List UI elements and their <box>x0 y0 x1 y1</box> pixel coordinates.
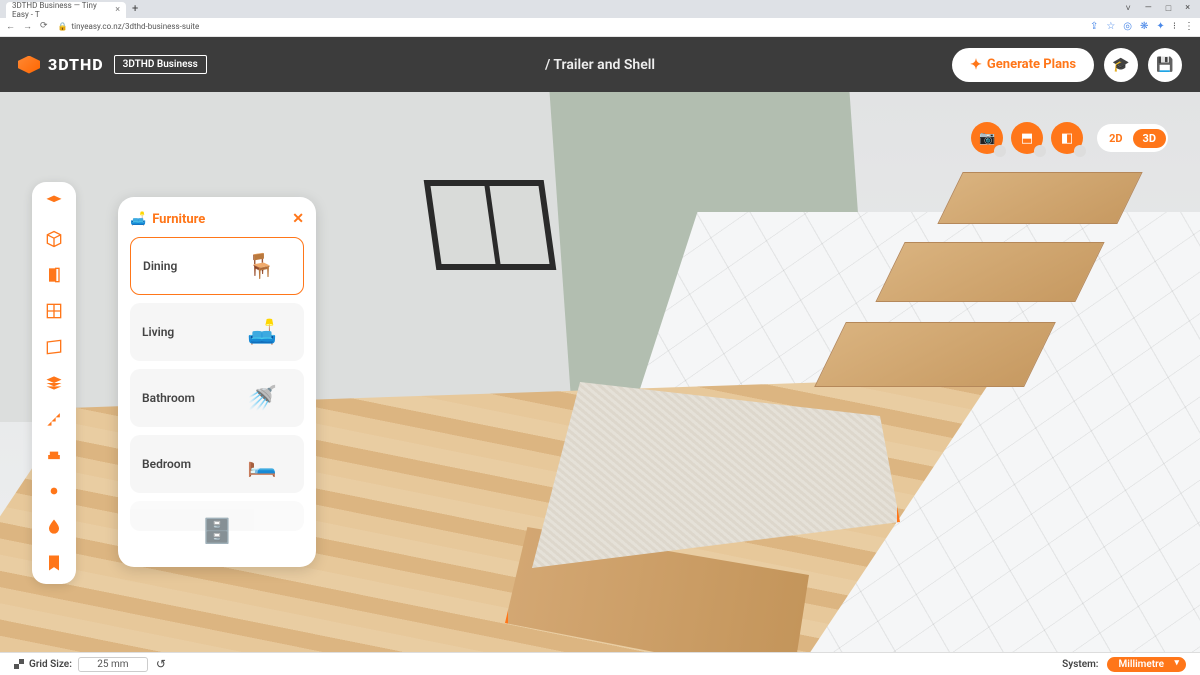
close-window-icon[interactable]: × <box>1185 3 1190 14</box>
light-icon[interactable] <box>43 480 65 502</box>
category-label: Bathroom <box>142 391 195 405</box>
grid-size-input[interactable] <box>78 657 148 672</box>
grid-icon <box>14 659 24 669</box>
cube-logo-icon <box>18 56 40 74</box>
plan-badge[interactable]: 3DTHD Business <box>114 55 207 74</box>
side-toolbar <box>32 182 76 584</box>
undo-icon[interactable]: ↺ <box>156 657 166 671</box>
academy-button[interactable]: 🎓 <box>1104 48 1138 82</box>
close-panel-icon[interactable]: ✕ <box>292 211 304 227</box>
paint-icon[interactable] <box>43 516 65 538</box>
layer-icon[interactable] <box>43 192 65 214</box>
maximize-icon[interactable]: □ <box>1166 3 1171 14</box>
tab-bar: 3DTHD Business — Tiny Easy - T × + ˅ — □… <box>0 0 1200 18</box>
view-tools: 📷 ⬒ ◧ 2D 3D <box>971 122 1168 154</box>
browser-tab[interactable]: 3DTHD Business — Tiny Easy - T × <box>6 2 126 18</box>
category-bedroom[interactable]: Bedroom 🛏️ <box>130 435 304 493</box>
chevron-down-icon[interactable]: ˅ <box>1125 3 1130 14</box>
category-living[interactable]: Living 🛋️ <box>130 303 304 361</box>
window-icon[interactable] <box>43 300 65 322</box>
chair-icon: 🪑 <box>231 246 291 286</box>
url-text: tinyeasy.co.nz/3dthd-business-suite <box>72 22 200 31</box>
system-label: System: <box>1062 659 1098 670</box>
furniture-panel: 🛋️ Furniture ✕ Dining 🪑 Living 🛋️ Bathro… <box>118 197 316 567</box>
tab-title: 3DTHD Business — Tiny Easy - T <box>12 1 111 19</box>
ext1-icon[interactable]: ◎ <box>1123 21 1132 32</box>
browser-chrome: 3DTHD Business — Tiny Easy - T × + ˅ — □… <box>0 0 1200 37</box>
generate-plans-button[interactable]: Generate Plans <box>952 48 1094 82</box>
new-tab-button[interactable]: + <box>126 2 144 15</box>
lock-icon: 🔒 <box>58 22 68 31</box>
category-label: Living <box>142 325 174 339</box>
url-field[interactable]: 🔒 tinyeasy.co.nz/3dthd-business-suite <box>54 22 204 31</box>
category-list[interactable]: Dining 🪑 Living 🛋️ Bathroom 🚿 Bedroom 🛏️… <box>130 237 304 553</box>
brand-logo[interactable]: 3DTHD <box>18 55 104 74</box>
unit-selector[interactable]: Millimetre <box>1107 657 1186 672</box>
ext2-icon[interactable]: ❋ <box>1140 21 1148 32</box>
brand-text: 3DTHD <box>48 55 104 74</box>
camera-tool[interactable]: 📷 <box>971 122 1003 154</box>
category-label: Bedroom <box>142 457 191 471</box>
graduation-icon: 🎓 <box>1112 57 1129 73</box>
save-icon: 💾 <box>1156 57 1173 73</box>
stairs-icon[interactable] <box>43 408 65 430</box>
render-tool[interactable]: ⬒ <box>1011 122 1043 154</box>
category-more[interactable]: 🗄️ <box>130 501 304 531</box>
minimize-icon[interactable]: — <box>1145 3 1152 14</box>
puzzle-icon[interactable]: ✦ <box>1156 21 1164 32</box>
camera-icon: 📷 <box>979 131 995 146</box>
panel-icon[interactable] <box>43 336 65 358</box>
category-bathroom[interactable]: Bathroom 🚿 <box>130 369 304 427</box>
extension-icons: ⇪ ☆ ◎ ❋ ✦ ⁝ ⋮ <box>1090 21 1194 32</box>
generate-label: Generate Plans <box>987 57 1076 72</box>
sofa-thumb-icon: 🛋️ <box>232 312 292 352</box>
address-bar: ← → ⟳ 🔒 tinyeasy.co.nz/3dthd-business-su… <box>0 18 1200 36</box>
door-icon[interactable] <box>43 264 65 286</box>
cube-icon[interactable] <box>43 228 65 250</box>
box-icon: ◧ <box>1061 131 1073 146</box>
star-icon[interactable]: ☆ <box>1106 21 1115 32</box>
furniture-icon[interactable] <box>43 444 65 466</box>
reload-icon[interactable]: ⟳ <box>40 21 48 32</box>
grid-size-label: Grid Size: <box>29 659 72 670</box>
shower-icon: 🚿 <box>232 378 292 418</box>
panel-title: Furniture <box>152 212 205 227</box>
sofa-icon: 🛋️ <box>130 212 146 227</box>
app-header: 3DTHD 3DTHD Business / Trailer and Shell… <box>0 37 1200 92</box>
floor-icon[interactable] <box>43 372 65 394</box>
bed-icon: 🛏️ <box>232 444 292 484</box>
cube-tool[interactable]: ◧ <box>1051 122 1083 154</box>
menu-icon[interactable]: ⋮ <box>1184 21 1194 32</box>
forward-icon[interactable]: → <box>23 21 32 32</box>
page-title: / Trailer and Shell <box>545 57 655 73</box>
status-bar: Grid Size: ↺ System: Millimetre <box>0 652 1200 675</box>
share-icon[interactable]: ⇪ <box>1090 21 1098 32</box>
save-button[interactable]: 💾 <box>1148 48 1182 82</box>
window-controls: ˅ — □ × <box>1125 3 1200 14</box>
view-3d-button[interactable]: 3D <box>1133 129 1166 148</box>
category-label: Dining <box>143 259 177 273</box>
view-toggle: 2D 3D <box>1097 124 1168 152</box>
back-icon[interactable]: ← <box>6 21 15 32</box>
view-2d-button[interactable]: 2D <box>1099 129 1132 148</box>
bookmark-ext-icon[interactable]: ⁝ <box>1173 21 1176 32</box>
bookmark-icon[interactable] <box>43 552 65 574</box>
wardrobe-icon: 🗄️ <box>187 511 247 551</box>
close-icon[interactable]: × <box>115 5 120 15</box>
panel-header: 🛋️ Furniture ✕ <box>130 211 304 227</box>
design-canvas[interactable]: 🛋️ Furniture ✕ Dining 🪑 Living 🛋️ Bathro… <box>0 92 1200 652</box>
category-dining[interactable]: Dining 🪑 <box>130 237 304 295</box>
selected-object[interactable] <box>500 372 900 652</box>
render-icon: ⬒ <box>1021 131 1033 146</box>
